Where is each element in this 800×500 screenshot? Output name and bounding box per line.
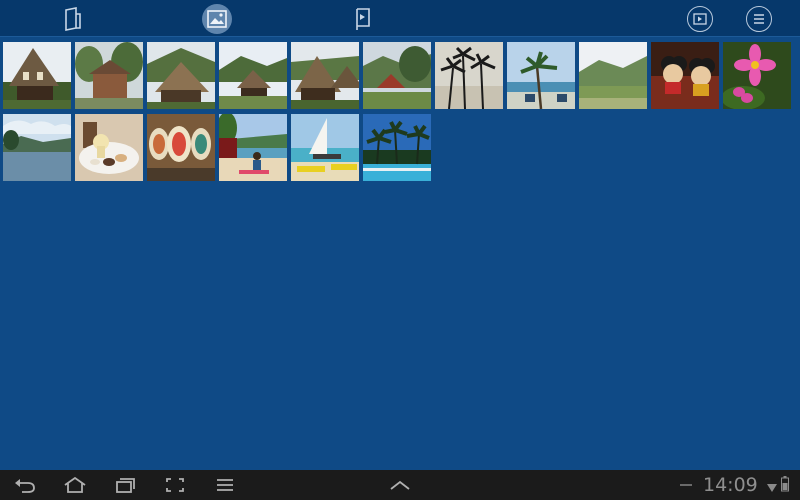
photo-thumbnail[interactable] xyxy=(507,42,575,109)
recent-apps-icon[interactable] xyxy=(110,474,140,496)
photo-thumbnail[interactable] xyxy=(579,42,647,109)
photo-thumbnail[interactable] xyxy=(75,42,143,109)
screenshot-icon[interactable] xyxy=(160,474,190,496)
status-time: 14:09 xyxy=(703,474,758,496)
home-icon[interactable] xyxy=(60,474,90,496)
minus-icon xyxy=(680,484,692,486)
photo-thumbnail[interactable] xyxy=(3,114,71,181)
photo-thumbnail[interactable] xyxy=(435,42,503,109)
battery-icon xyxy=(781,476,789,496)
gallery-icon[interactable] xyxy=(201,3,233,35)
album-icon[interactable] xyxy=(57,3,89,35)
photo-thumbnail[interactable] xyxy=(147,114,215,181)
top-toolbar xyxy=(0,0,800,37)
photo-thumbnail[interactable] xyxy=(291,114,359,181)
photo-thumbnail[interactable] xyxy=(363,114,431,181)
menu-icon[interactable] xyxy=(746,6,772,32)
photo-thumbnail[interactable] xyxy=(219,42,287,109)
wifi-icon xyxy=(766,478,778,497)
flag-icon[interactable] xyxy=(347,3,379,35)
photo-thumbnail[interactable] xyxy=(363,42,431,109)
photo-thumbnail[interactable] xyxy=(723,42,791,109)
photo-thumbnail[interactable] xyxy=(651,42,719,109)
slideshow-icon[interactable] xyxy=(687,6,713,32)
photo-thumbnail[interactable] xyxy=(147,42,215,109)
photo-thumbnail[interactable] xyxy=(219,114,287,181)
photo-thumbnail[interactable] xyxy=(75,114,143,181)
chevron-up-icon[interactable] xyxy=(385,474,415,496)
menu-icon[interactable] xyxy=(210,474,240,496)
back-icon[interactable] xyxy=(10,474,40,496)
photo-thumbnail[interactable] xyxy=(291,42,359,109)
system-nav-bar: 14:09 xyxy=(0,470,800,500)
photo-thumbnail[interactable] xyxy=(3,42,71,109)
